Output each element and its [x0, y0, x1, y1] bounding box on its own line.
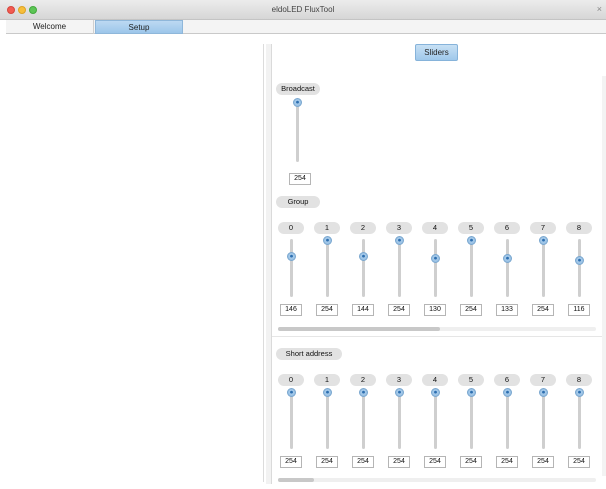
group-slider-track[interactable] — [542, 239, 545, 297]
short-address-channel-label: 6 — [494, 374, 520, 386]
short-address-value-field[interactable]: 254 — [352, 456, 374, 468]
group-channel-label: 6 — [494, 222, 520, 234]
short-address-value-field[interactable]: 254 — [388, 456, 410, 468]
app-window: eldoLED FluxTool × Welcome Setup Sliders… — [0, 0, 606, 489]
group-slider-track[interactable] — [578, 239, 581, 297]
short-address-slider-handle[interactable] — [539, 388, 548, 397]
group-channel-label: 4 — [422, 222, 448, 234]
short-address-slider-handle[interactable] — [395, 388, 404, 397]
group-slider-handle[interactable] — [323, 236, 332, 245]
group-value-field[interactable]: 254 — [460, 304, 482, 316]
short-address-slider-track[interactable] — [398, 391, 401, 449]
broadcast-slider-handle[interactable] — [293, 98, 302, 107]
title-bar: eldoLED FluxTool × — [0, 0, 606, 20]
group-channel-label: 2 — [350, 222, 376, 234]
short-address-slider-track[interactable] — [290, 391, 293, 449]
group-value-field[interactable]: 146 — [280, 304, 302, 316]
short-address-channel-label: 7 — [530, 374, 556, 386]
short-address-slider-track[interactable] — [542, 391, 545, 449]
short-address-value-field[interactable]: 254 — [316, 456, 338, 468]
tab-welcome[interactable]: Welcome — [6, 20, 94, 34]
section-divider — [272, 336, 602, 337]
short-address-slider-handle[interactable] — [359, 388, 368, 397]
short-address-slider-track[interactable] — [326, 391, 329, 449]
group-slider-handle[interactable] — [503, 253, 512, 263]
short-address-channel-label: 0 — [278, 374, 304, 386]
group-value-field[interactable]: 144 — [352, 304, 374, 316]
group-channel-label: 5 — [458, 222, 484, 234]
short-address-value-field[interactable]: 254 — [460, 456, 482, 468]
short-address-channel-label: 8 — [566, 374, 592, 386]
broadcast-label: Broadcast — [276, 83, 320, 95]
short-address-label: Short address — [276, 348, 342, 360]
group-slider-handle[interactable] — [395, 236, 404, 245]
short-address-slider-track[interactable] — [470, 391, 473, 449]
short-address-slider-track[interactable] — [506, 391, 509, 449]
group-channel-label: 3 — [386, 222, 412, 234]
left-panel — [6, 44, 264, 482]
short-address-value-field[interactable]: 254 — [424, 456, 446, 468]
group-slider-handle[interactable] — [467, 236, 476, 245]
group-value-field[interactable]: 130 — [424, 304, 446, 316]
short-address-scrollbar-thumb[interactable] — [278, 478, 314, 482]
short-address-channel-label: 5 — [458, 374, 484, 386]
group-scrollbar-thumb[interactable] — [278, 327, 440, 331]
group-slider-handle[interactable] — [575, 256, 584, 266]
short-address-value-field[interactable]: 254 — [568, 456, 590, 468]
short-address-slider-handle[interactable] — [287, 388, 296, 397]
group-slider-handle[interactable] — [431, 254, 440, 264]
broadcast-slider-track[interactable] — [296, 100, 299, 162]
group-slider-track[interactable] — [398, 239, 401, 297]
short-address-channel-label: 1 — [314, 374, 340, 386]
group-value-field[interactable]: 133 — [496, 304, 518, 316]
panel-vertical-scrollbar[interactable] — [602, 76, 606, 476]
sliders-panel: Sliders Broadcast 254 Group 0 146 1 254 2 144… — [272, 34, 606, 484]
short-address-slider-handle[interactable] — [323, 388, 332, 397]
tab-setup[interactable]: Setup — [95, 20, 183, 34]
short-address-value-field[interactable]: 254 — [532, 456, 554, 468]
short-address-value-field[interactable]: 254 — [280, 456, 302, 468]
group-value-field[interactable]: 254 — [316, 304, 338, 316]
group-slider-track[interactable] — [362, 239, 365, 297]
short-address-slider-handle[interactable] — [467, 388, 476, 397]
window-title: eldoLED FluxTool — [271, 5, 335, 14]
broadcast-value-field[interactable]: 254 — [289, 173, 311, 185]
group-slider-track[interactable] — [506, 239, 509, 297]
group-value-field[interactable]: 254 — [532, 304, 554, 316]
group-channel-label: 1 — [314, 222, 340, 234]
short-address-channel-label: 3 — [386, 374, 412, 386]
short-address-value-field[interactable]: 254 — [496, 456, 518, 468]
tab-bar: Welcome Setup — [6, 20, 606, 34]
group-slider-handle[interactable] — [359, 252, 368, 262]
group-channel-label: 7 — [530, 222, 556, 234]
group-slider-track[interactable] — [326, 239, 329, 297]
short-address-channel-label: 2 — [350, 374, 376, 386]
short-address-slider-handle[interactable] — [503, 388, 512, 397]
group-value-field[interactable]: 116 — [568, 304, 590, 316]
group-slider-track[interactable] — [290, 239, 293, 297]
group-slider-track[interactable] — [434, 239, 437, 297]
short-address-channel-label: 4 — [422, 374, 448, 386]
sliders-button[interactable]: Sliders — [415, 44, 458, 61]
short-address-slider-track[interactable] — [578, 391, 581, 449]
short-address-slider-track[interactable] — [434, 391, 437, 449]
group-channel-label: 8 — [566, 222, 592, 234]
short-address-scrollbar-track[interactable] — [278, 478, 596, 482]
group-channel-label: 0 — [278, 222, 304, 234]
group-value-field[interactable]: 254 — [388, 304, 410, 316]
close-icon[interactable]: × — [597, 4, 602, 14]
group-slider-handle[interactable] — [287, 251, 296, 261]
short-address-slider-handle[interactable] — [431, 388, 440, 397]
short-address-slider-handle[interactable] — [575, 388, 584, 397]
short-address-slider-track[interactable] — [362, 391, 365, 449]
group-slider-track[interactable] — [470, 239, 473, 297]
group-slider-handle[interactable] — [539, 236, 548, 245]
group-label: Group — [276, 196, 320, 208]
